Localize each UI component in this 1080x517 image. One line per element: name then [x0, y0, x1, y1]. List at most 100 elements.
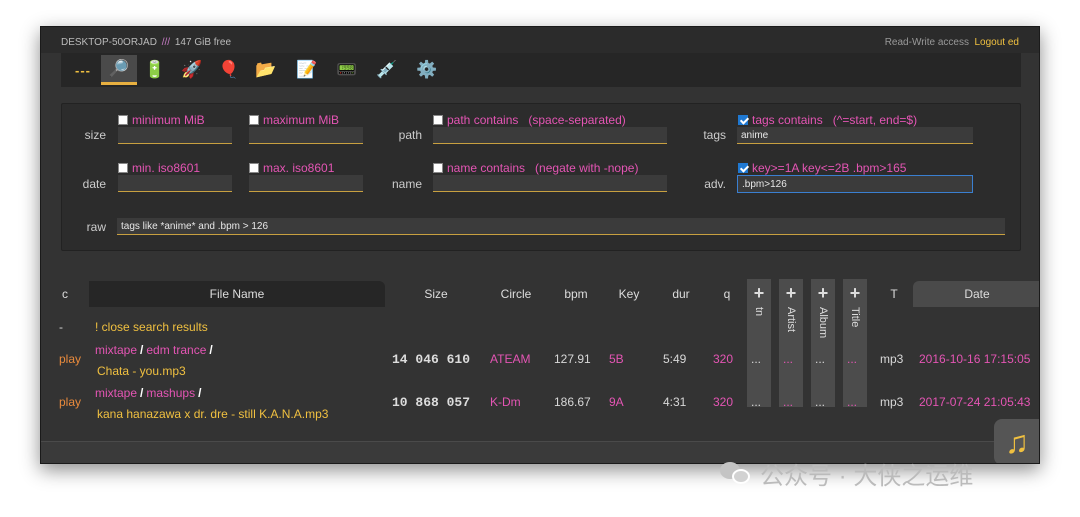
folder-icon[interactable]: 📂	[248, 55, 284, 85]
file-name[interactable]: Chata - you.mp3	[97, 364, 186, 378]
music-note-icon[interactable]: ♫	[994, 419, 1039, 463]
date-label: date	[82, 177, 106, 191]
plus-icon[interactable]: +	[754, 283, 765, 303]
search-panel: size minimum MiB maximum MiB path path c…	[61, 103, 1021, 251]
memo-icon[interactable]: 📝	[289, 55, 325, 85]
col-date[interactable]: Date	[913, 281, 1039, 307]
min-mib-check[interactable]: minimum MiB	[118, 113, 205, 127]
min-mib-label: minimum MiB	[132, 113, 205, 127]
key-value: 9A	[609, 395, 624, 409]
max-iso-check[interactable]: max. iso8601	[249, 161, 334, 175]
adv-check[interactable]: key>=1A key<=2B .bpm>165	[738, 161, 906, 175]
close-search-link[interactable]: ! close search results	[95, 320, 208, 334]
col-bpm[interactable]: bpm	[551, 281, 601, 307]
col-q[interactable]: q	[709, 281, 745, 307]
col-file-name[interactable]: File Name	[89, 281, 385, 307]
raw-label: raw	[86, 220, 106, 234]
close-row-dash: -	[59, 320, 63, 334]
col-c[interactable]: c	[41, 281, 89, 307]
artist-value: ...	[783, 395, 794, 409]
search-icon[interactable]: 🔎	[101, 55, 137, 85]
tags-label: tags	[703, 128, 726, 142]
balloon-icon[interactable]: 🎈	[211, 55, 247, 85]
path-segment[interactable]: mixtape	[95, 343, 137, 357]
max-iso-input[interactable]	[249, 175, 363, 192]
bpm-value: 186.67	[554, 395, 591, 409]
terminal-icon[interactable]: 📟	[329, 55, 365, 85]
file-name[interactable]: kana hanazawa x dr. dre - still K.A.N.A.…	[97, 407, 328, 421]
dash-button[interactable]: ---	[65, 55, 101, 85]
table-header: c File Name Size Circle bpm Key dur q T …	[41, 281, 1039, 307]
tags-check[interactable]: tags contains (^=start, end=$)	[738, 113, 917, 127]
tags-input[interactable]	[737, 127, 973, 144]
play-button[interactable]: play	[59, 352, 81, 366]
path-segment[interactable]: mashups	[146, 386, 195, 400]
quality-value: 320	[713, 352, 734, 366]
col-size[interactable]: Size	[391, 281, 481, 307]
col-type[interactable]: T	[879, 281, 909, 307]
type-value: mp3	[880, 352, 904, 366]
col-dur[interactable]: dur	[658, 281, 704, 307]
min-iso-label: min. iso8601	[132, 161, 201, 175]
plus-icon[interactable]: +	[850, 283, 861, 303]
path-segment[interactable]: edm trance	[146, 343, 206, 357]
path-hint: (space-separated)	[528, 113, 626, 127]
toolbar: --- 🔎 🔋 🚀 🎈 📂 📝 📟 💉 ⚙️	[61, 53, 1021, 87]
max-mib-label: maximum MiB	[263, 113, 340, 127]
min-iso-checkbox[interactable]	[118, 163, 128, 173]
min-iso-input[interactable]	[118, 175, 232, 192]
key-value: 5B	[609, 352, 624, 366]
min-iso-check[interactable]: min. iso8601	[118, 161, 200, 175]
circle-value: ATEAM	[490, 352, 531, 366]
max-mib-checkbox[interactable]	[249, 115, 259, 125]
name-check[interactable]: name contains (negate with -nope)	[433, 161, 638, 175]
battery-icon[interactable]: 🔋	[137, 55, 173, 85]
name-checkbox[interactable]	[433, 163, 443, 173]
artist-value: ...	[783, 352, 794, 366]
path-slash: /	[140, 386, 144, 400]
wechat-logo-icon	[720, 460, 752, 486]
rocket-icon[interactable]: 🚀	[174, 55, 210, 85]
adv-checkbox[interactable]	[738, 163, 748, 173]
plus-icon[interactable]: +	[786, 283, 797, 303]
title-value: ...	[847, 352, 858, 366]
watermark: 公众号 · 大侠之运维	[720, 458, 973, 490]
name-input[interactable]	[433, 175, 667, 192]
path-checkbox[interactable]	[433, 115, 443, 125]
max-mib-check[interactable]: maximum MiB	[249, 113, 339, 127]
bpm-value: 127.91	[554, 352, 591, 366]
quality-value: 320	[713, 395, 734, 409]
title-value: ...	[847, 395, 858, 409]
col-circle[interactable]: Circle	[481, 281, 551, 307]
play-button[interactable]: play	[59, 395, 81, 409]
file-path: mixtape / edm trance /	[95, 343, 216, 357]
max-iso-checkbox[interactable]	[249, 163, 259, 173]
min-mib-input[interactable]	[118, 127, 232, 144]
host-info: DESKTOP-50ORJAD /// 147 GiB free	[61, 37, 231, 48]
date-value: 2017-07-24 21:05:43	[919, 395, 1031, 409]
hostname: DESKTOP-50ORJAD	[61, 37, 157, 48]
raw-input[interactable]	[117, 218, 1005, 235]
tags-checkbox[interactable]	[738, 115, 748, 125]
name-contains-label: name contains	[447, 161, 526, 175]
adv-input[interactable]	[737, 175, 973, 193]
max-mib-input[interactable]	[249, 127, 363, 144]
access-mode: Read-Write access	[884, 37, 969, 48]
tn-value: ...	[751, 395, 762, 409]
dur-value: 4:31	[663, 395, 687, 409]
path-segment[interactable]: mixtape	[95, 386, 137, 400]
date-value: 2016-10-16 17:15:05	[919, 352, 1031, 366]
dur-value: 5:49	[663, 352, 687, 366]
col-key[interactable]: Key	[604, 281, 654, 307]
min-mib-checkbox[interactable]	[118, 115, 128, 125]
plus-icon[interactable]: +	[818, 283, 829, 303]
logout-link[interactable]: Logout ed	[975, 37, 1020, 48]
path-input[interactable]	[433, 127, 667, 144]
host-separator: ///	[161, 37, 171, 48]
path-check[interactable]: path contains (space-separated)	[433, 113, 626, 127]
free-space: 147 GiB free	[174, 37, 232, 48]
gear-icon[interactable]: ⚙️	[409, 55, 445, 85]
syringe-icon[interactable]: 💉	[369, 55, 405, 85]
top-bar: DESKTOP-50ORJAD /// 147 GiB free Read-Wr…	[41, 27, 1039, 53]
table-row: play mixtape / mashups / kana hanazawa x dr…	[41, 384, 1039, 426]
